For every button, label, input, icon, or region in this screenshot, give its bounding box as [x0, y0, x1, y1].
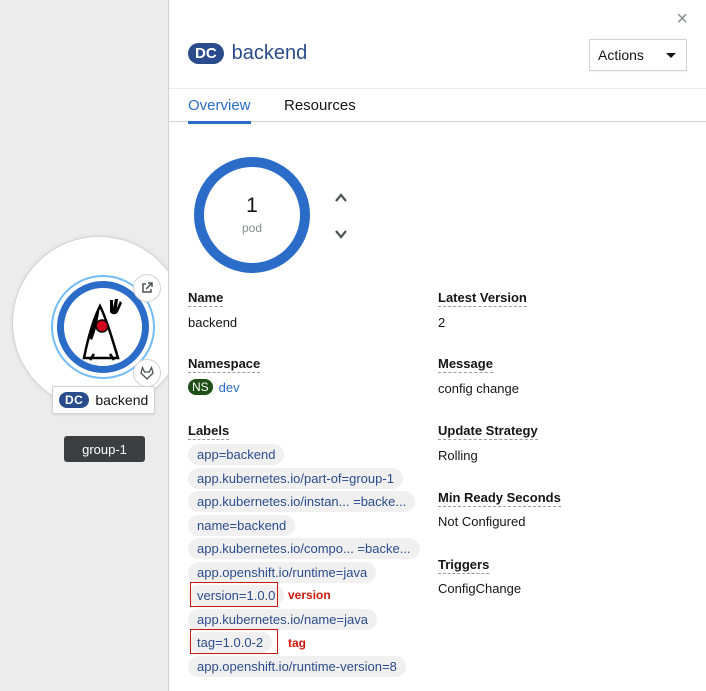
group-label[interactable]: group-1: [64, 436, 145, 462]
min-ready-seconds-label: Min Ready Seconds: [438, 490, 561, 507]
latest-version-label: Latest Version: [438, 290, 527, 307]
external-link-icon: [142, 282, 153, 293]
label-chip[interactable]: app.kubernetes.io/instan... =backe...: [188, 491, 416, 512]
label-chip[interactable]: app.kubernetes.io/compo... =backe...: [188, 538, 420, 559]
name-label: Name: [188, 290, 224, 307]
close-icon[interactable]: ×: [676, 8, 688, 31]
dc-badge: DC: [188, 43, 224, 64]
node-label[interactable]: DC backend: [52, 386, 156, 414]
update-strategy-value: Rolling: [438, 448, 478, 463]
highlight-box-version: [190, 582, 278, 607]
namespace-value: NS dev: [188, 379, 240, 395]
tab-resources[interactable]: Resources: [284, 97, 356, 114]
dc-badge: DC: [59, 392, 90, 408]
open-url-decorator[interactable]: [133, 274, 161, 302]
name-value: backend: [188, 315, 238, 330]
label-chip[interactable]: app=backend: [188, 444, 285, 465]
ns-badge: NS: [188, 379, 213, 395]
label-chip[interactable]: app.openshift.io/runtime=java: [188, 562, 377, 583]
label-chip[interactable]: app.kubernetes.io/part-of=group-1: [188, 468, 403, 489]
topology-canvas[interactable]: DC backend group-1: [0, 0, 168, 691]
node-name: backend: [95, 392, 149, 408]
triggers-label: Triggers: [438, 557, 490, 574]
details-side-panel: × DC backend Actions Overview Resources …: [168, 0, 706, 691]
annotation-tag: tag: [288, 636, 306, 650]
java-duke-icon: [82, 299, 122, 361]
tab-bar: Overview Resources: [169, 88, 706, 124]
label-chip[interactable]: name=backend: [188, 515, 296, 536]
resource-name: backend: [231, 42, 308, 64]
panel-title: DC backend: [188, 42, 307, 65]
pod-ring-chart: 1 pod: [194, 157, 310, 273]
highlight-box-tag: [190, 629, 278, 654]
actions-label: Actions: [598, 47, 644, 63]
caret-down-icon: [666, 52, 676, 58]
namespace-label: Namespace: [188, 356, 261, 373]
label-chip[interactable]: app.openshift.io/runtime-version=8: [188, 656, 406, 677]
pod-count: 1: [246, 194, 258, 217]
labels-label: Labels: [188, 423, 230, 440]
scale-down-icon[interactable]: [334, 227, 348, 241]
update-strategy-label: Update Strategy: [438, 423, 538, 440]
namespace-link[interactable]: dev: [219, 380, 240, 395]
annotation-version: version: [288, 588, 331, 602]
git-repo-decorator[interactable]: [133, 359, 161, 387]
message-label: Message: [438, 356, 493, 373]
triggers-value: ConfigChange: [438, 581, 522, 596]
min-ready-seconds-value: Not Configured: [438, 514, 526, 529]
actions-dropdown[interactable]: Actions: [589, 39, 687, 71]
pod-unit: pod: [241, 221, 263, 235]
label-chip[interactable]: app.kubernetes.io/name=java: [188, 609, 377, 630]
gitlab-icon: [140, 366, 154, 380]
latest-version-value: 2: [438, 315, 446, 330]
scale-up-icon[interactable]: [334, 191, 348, 205]
message-value: config change: [438, 381, 519, 396]
tab-overview[interactable]: Overview: [188, 97, 251, 124]
